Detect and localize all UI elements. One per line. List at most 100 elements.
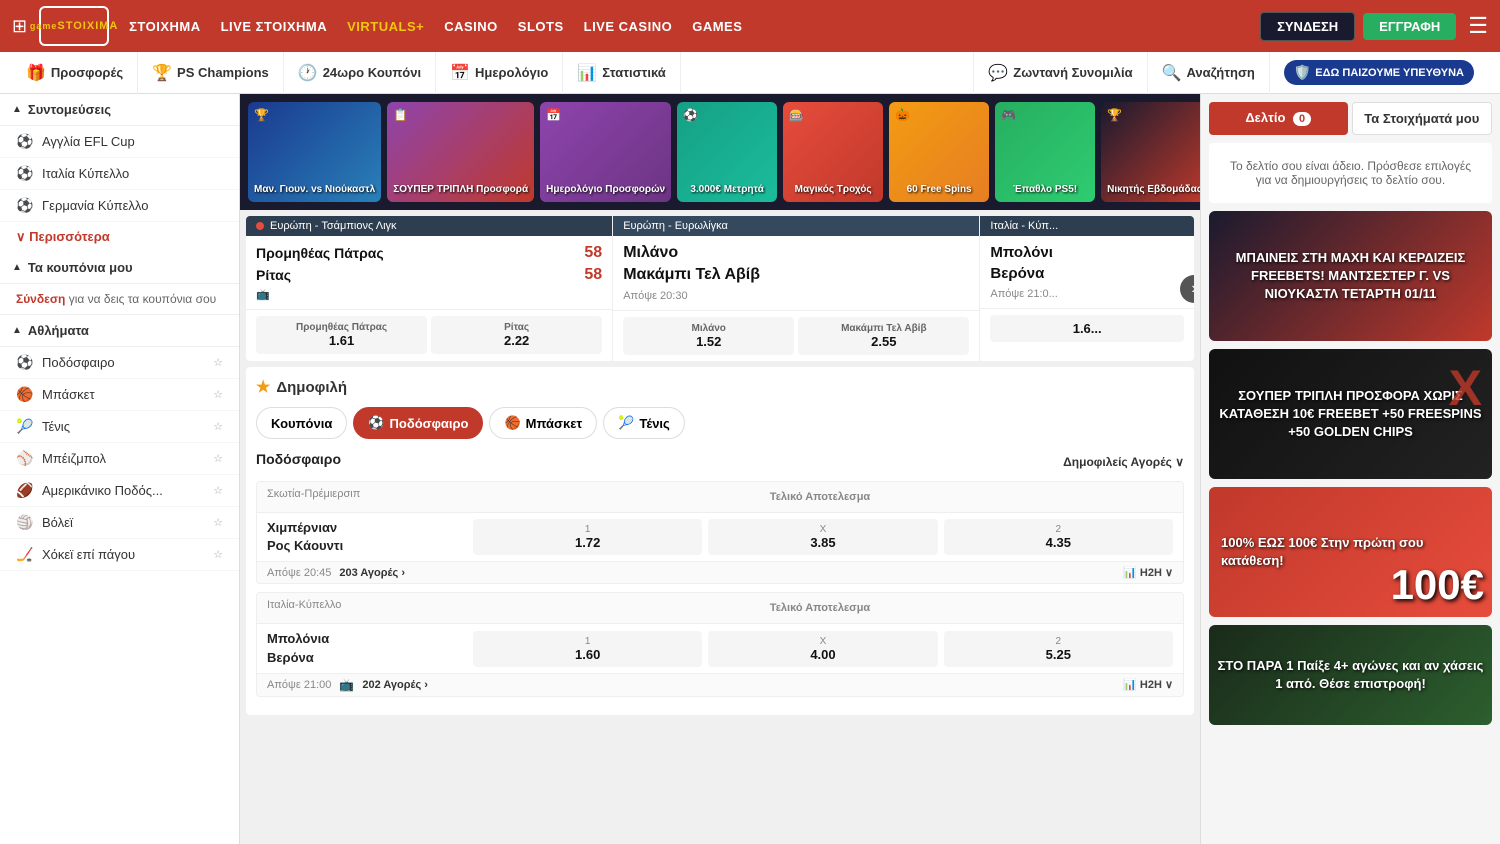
- match2-odd1[interactable]: 1.6...: [990, 315, 1184, 342]
- sidebar-item-basketball[interactable]: 🏀 Μπάσκετ ☆: [0, 379, 239, 411]
- sidebar-item-germanycup[interactable]: ⚽ Γερμανία Κύπελλο: [0, 190, 239, 222]
- pin-tennis-icon[interactable]: ☆: [213, 420, 223, 433]
- pin-volleyball-icon[interactable]: ☆: [213, 516, 223, 529]
- offers-icon: 🎁: [26, 63, 46, 83]
- logo[interactable]: game STOIXIMA: [39, 6, 109, 46]
- nav-livechat[interactable]: 💬 Ζωντανή Συνομιλία: [973, 52, 1146, 94]
- pin-football-icon[interactable]: ☆: [213, 356, 223, 369]
- sports-section[interactable]: ▲ Αθλήματα: [0, 315, 239, 347]
- chevron-down-markets-icon: ∨: [1175, 455, 1184, 469]
- tab-basketball[interactable]: 🏀 Μπάσκετ: [489, 407, 597, 439]
- match0-teams: Προμηθέας Πάτρας 58: [256, 244, 602, 262]
- nav-virtuals[interactable]: VIRTUALS+: [347, 19, 424, 34]
- h2h-btn-0[interactable]: 📊 H2H ∨: [1123, 566, 1173, 579]
- nav-livecasino[interactable]: LIVE CASINO: [584, 19, 673, 34]
- promo-card-0[interactable]: 🏆 Μαν. Γιουν. vs Νιούκαστλ: [248, 102, 381, 202]
- popular-markets-btn[interactable]: Δημοφιλείς Αγορές ∨: [1063, 455, 1184, 469]
- sidebar-item-tennis[interactable]: 🎾 Τένις ☆: [0, 411, 239, 443]
- live-match-1-header: Ευρώπη - Ευρωλίγκα: [613, 216, 979, 236]
- match-odds-row-1: Μπολόνια Βερόνα 1 1.60 Χ 4.00 2 5.25: [257, 624, 1183, 672]
- sidebar-item-americanfootball[interactable]: 🏈 Αμερικάνικο Ποδός... ☆: [0, 475, 239, 507]
- signin-button[interactable]: ΣΥΝΔΕΣΗ: [1260, 12, 1355, 41]
- promo-card-1[interactable]: 📋 ΣΟΥΠΕΡ ΤΡΙΠΛΗ Προσφορά: [387, 102, 534, 202]
- match-row-1-header: Ιταλία-Κύπελλο Τελικό Αποτελεσμα: [257, 593, 1183, 624]
- nav-games[interactable]: GAMES: [692, 19, 742, 34]
- sidebar-item-efl[interactable]: ⚽ Αγγλία EFL Cup: [0, 126, 239, 158]
- sidebar-item-italiacup[interactable]: ⚽ Ιταλία Κύπελλο: [0, 158, 239, 190]
- right-banner-para1[interactable]: ΣΤΟ ΠΑΡΑ 1 Παίξε 4+ αγώνες και αν χάσεις…: [1209, 625, 1492, 725]
- tab-football[interactable]: ⚽ Ποδόσφαιρο: [353, 407, 483, 439]
- nav-live[interactable]: LIVE ΣΤΟΙΧΗΜΑ: [221, 19, 328, 34]
- promo-label-2: Ημερολόγιο Προσφορών: [546, 184, 665, 196]
- match0-colx[interactable]: Χ 3.85: [708, 519, 937, 555]
- sidebar-more-shortcuts[interactable]: ∨ Περισσότερα: [0, 222, 239, 252]
- match0-odd2[interactable]: Ρίτας 2.22: [431, 316, 602, 354]
- chevron-down-icon: ∨: [16, 229, 29, 244]
- match0-col2[interactable]: 2 4.35: [944, 519, 1173, 555]
- nav-casino[interactable]: CASINO: [444, 19, 498, 34]
- promo-label-4: Μαγικός Τροχός: [789, 184, 877, 196]
- pin-baseball-icon[interactable]: ☆: [213, 452, 223, 465]
- efl-icon: ⚽: [16, 133, 34, 150]
- match1-colx[interactable]: Χ 4.00: [708, 631, 937, 667]
- italiacup-icon: ⚽: [16, 165, 34, 182]
- nav-search[interactable]: 🔍 Αναζήτηση: [1147, 52, 1269, 94]
- match1-col1[interactable]: 1 1.60: [473, 631, 702, 667]
- tab-tennis[interactable]: 🎾 Τένις: [603, 407, 685, 439]
- grid-icon[interactable]: ⊞: [12, 16, 27, 37]
- live-match-1-body: Μιλάνο Μακάμπι Τελ Αβίβ Απόψε 20:30: [613, 236, 979, 310]
- pin-amfootball-icon[interactable]: ☆: [213, 484, 223, 497]
- promo-card-6[interactable]: 🎮 Έπαθλο PS5!: [995, 102, 1095, 202]
- nav-stats[interactable]: 📊 Στατιστικά: [563, 52, 680, 94]
- promo-card-2[interactable]: 📅 Ημερολόγιο Προσφορών: [540, 102, 671, 202]
- main-layout: ▲ Συντομεύσεις ⚽ Αγγλία EFL Cup ⚽ Ιταλία…: [0, 94, 1500, 844]
- nav-calendar[interactable]: 📅 Ημερολόγιο: [436, 52, 563, 94]
- match1-odd2[interactable]: Μακάμπι Τελ Αβίβ 2.55: [798, 317, 969, 355]
- match0-teams2: Ρίτας 58: [256, 266, 602, 284]
- promo-card-3[interactable]: ⚽ 3.000€ Μετρητά: [677, 102, 777, 202]
- right-banner-triple[interactable]: X ΣΟΥΠΕΡ ΤΡΙΠΛΗ ΠΡΟΣΦΟΡΑ ΧΩΡΙΣ ΚΑΤΑΘΕΣΗ …: [1209, 349, 1492, 479]
- match1-odd1[interactable]: Μιλάνο 1.52: [623, 317, 794, 355]
- right-banner-ps-text: ΜΠΑΙΝΕΙΣ ΣΤΗ ΜΑΧΗ ΚΑΙ ΚΕΡΔΙΖΕΙΣ FREEBETS…: [1209, 241, 1492, 312]
- sidebar-item-hockey[interactable]: 🏒 Χόκεϊ επί πάγου ☆: [0, 539, 239, 571]
- tab-coupons[interactable]: Κουπόνια: [256, 407, 347, 439]
- h2h-btn-1[interactable]: 📊 H2H ∨: [1123, 678, 1173, 691]
- markets-link-0[interactable]: 203 Αγορές ›: [339, 567, 405, 579]
- coupons-chevron: ▲: [12, 262, 22, 273]
- match1-col2[interactable]: 2 5.25: [944, 631, 1173, 667]
- live-match-1: Ευρώπη - Ευρωλίγκα Μιλάνο Μακάμπι Τελ Αβ…: [613, 216, 980, 361]
- match0-odds: Προμηθέας Πάτρας 1.61 Ρίτας 2.22: [246, 309, 612, 360]
- pin-basketball-icon[interactable]: ☆: [213, 388, 223, 401]
- promo-card-5[interactable]: 🎃 60 Free Spins: [889, 102, 989, 202]
- match0-col1[interactable]: 1 1.72: [473, 519, 702, 555]
- sport-label-row: Ποδόσφαιρο Δημοφιλείς Αγορές ∨: [256, 451, 1184, 473]
- right-banner-ps[interactable]: ΜΠΑΙΝΕΙΣ ΣΤΗ ΜΑΧΗ ΚΑΙ ΚΕΡΔΙΖΕΙΣ FREEBETS…: [1209, 211, 1492, 341]
- nav-pschampions[interactable]: 🏆 PS Champions: [138, 52, 284, 94]
- betslip-tab-mybets[interactable]: Τα Στοιχήματά μου: [1352, 102, 1493, 135]
- coupons-signin-link[interactable]: Σύνδεση: [16, 292, 65, 306]
- search-icon: 🔍: [1162, 63, 1182, 83]
- shortcuts-section[interactable]: ▲ Συντομεύσεις: [0, 94, 239, 126]
- nav-24coupon[interactable]: 🕐 24ωρο Κουπόνι: [284, 52, 436, 94]
- match2-odds: 1.6...: [980, 308, 1194, 348]
- nav-stoixima[interactable]: ΣΤΟΙΧΗΜΑ: [129, 19, 201, 34]
- pin-hockey-icon[interactable]: ☆: [213, 548, 223, 561]
- americanfootball-icon: 🏈: [16, 482, 34, 499]
- right-banner-100[interactable]: 100€ 100% ΕΩΣ 100€ Στην πρώτη σου κατάθε…: [1209, 487, 1492, 617]
- coupons-section[interactable]: ▲ Τα κουπόνια μου: [0, 252, 239, 284]
- nav-slots[interactable]: SLOTS: [518, 19, 564, 34]
- sidebar-item-baseball[interactable]: ⚾ Μπέιζμπολ ☆: [0, 443, 239, 475]
- promo-card-7[interactable]: 🏆 Νικητής Εβδομάδας: [1101, 102, 1200, 202]
- nav-responsible[interactable]: 🛡️ ΕΔΩ ΠΑΙΖΟΥΜΕ ΥΠΕΥΘΥΝΑ: [1269, 52, 1488, 94]
- markets-link-1[interactable]: 202 Αγορές ›: [362, 679, 428, 691]
- hamburger-icon[interactable]: ☰: [1468, 13, 1488, 39]
- betslip-tab-active[interactable]: Δελτίο 0: [1209, 102, 1348, 135]
- sidebar-item-football[interactable]: ⚽ Ποδόσφαιρο ☆: [0, 347, 239, 379]
- sidebar-item-volleyball[interactable]: 🏐 Βόλεϊ ☆: [0, 507, 239, 539]
- register-button[interactable]: ΕΓΓΡΑΦΗ: [1363, 13, 1456, 40]
- promo-card-4[interactable]: 🎰 Μαγικός Τροχός: [783, 102, 883, 202]
- promo-label-5: 60 Free Spins: [895, 184, 983, 196]
- match0-odd1[interactable]: Προμηθέας Πάτρας 1.61: [256, 316, 427, 354]
- nav-offers[interactable]: 🎁 Προσφορές: [12, 52, 138, 94]
- match0-tv: 📺: [256, 288, 602, 301]
